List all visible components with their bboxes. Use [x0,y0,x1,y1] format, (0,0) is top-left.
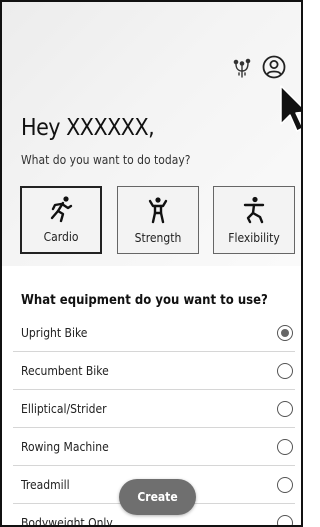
header-section: Hey XXXXXX, What do you want to do today… [2,2,301,266]
create-button[interactable]: Create [119,479,196,515]
greeting-title: Hey XXXXXX, [21,115,155,141]
radio-button-selected[interactable] [277,324,293,341]
running-icon [50,196,73,223]
mouse-cursor-icon [279,84,301,140]
radio-button[interactable] [277,476,293,493]
equipment-option-label: Treadmill [21,477,70,492]
equipment-option-label: Upright Bike [21,325,88,340]
workout-tile-label: Strength [134,231,182,245]
stretching-icon [243,196,265,224]
strength-icon [148,197,168,224]
greeting-subtitle: What do you want to do today? [21,153,191,167]
equipment-option-upright-bike[interactable]: Upright Bike [13,314,295,352]
equipment-option-label: Bodyweight Only [21,516,113,527]
equipment-option-rowing-machine[interactable]: Rowing Machine [13,428,295,466]
radio-button[interactable] [277,400,293,417]
workout-tile-label: Cardio [43,230,79,244]
radio-button[interactable] [277,515,293,525]
workout-tile-strength[interactable]: Strength [117,186,199,254]
equipment-option-recumbent-bike[interactable]: Recumbent Bike [13,352,295,390]
equipment-option-elliptical[interactable]: Elliptical/Strider [13,390,295,428]
equipment-option-label: Rowing Machine [21,439,109,454]
workout-tile-cardio[interactable]: Cardio [20,186,102,254]
radio-button[interactable] [277,362,293,379]
workout-type-selector: Cardio Strength Flexibility [20,186,295,254]
equipment-option-label: Elliptical/Strider [21,401,107,416]
radio-button[interactable] [277,438,293,455]
account-circle-icon[interactable] [261,54,287,80]
equipment-option-label: Recumbent Bike [21,363,109,378]
workout-tile-label: Flexibility [228,231,280,245]
workout-tile-flexibility[interactable]: Flexibility [213,186,295,254]
equipment-section-title: What equipment do you want to use? [21,293,268,308]
app-screen: Hey XXXXXX, What do you want to do today… [0,0,303,527]
device-hub-icon[interactable] [231,57,253,79]
